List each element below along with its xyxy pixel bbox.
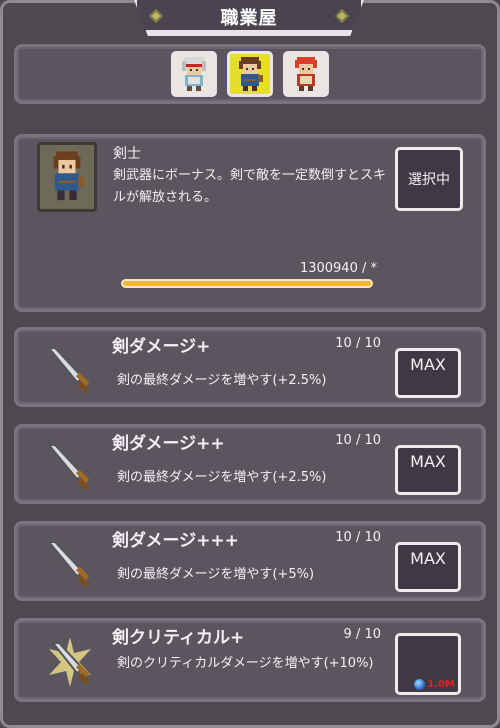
job-selector-bar bbox=[14, 44, 486, 104]
swordsman-portrait-icon bbox=[53, 151, 85, 201]
skill-name: 剣クリティカル+ bbox=[112, 628, 245, 648]
select-job-button[interactable]: 選択中 bbox=[395, 147, 463, 211]
title-tab: 職業屋 bbox=[134, 0, 364, 36]
upgrade-cost: 1.0M bbox=[414, 679, 455, 690]
skill-level: 10 / 10 bbox=[335, 433, 381, 448]
sword-icon bbox=[46, 444, 90, 491]
job-button-white-hair[interactable] bbox=[171, 51, 217, 97]
skill-level: 9 / 10 bbox=[343, 627, 381, 642]
diamond-ornament-left-icon bbox=[148, 8, 164, 24]
skill-description: 剣の最終ダメージを増やす(+2.5%) bbox=[117, 470, 327, 485]
red-hair-character-icon bbox=[295, 57, 317, 91]
skill-description: 剣のクリティカルダメージを増やす(+10%) bbox=[117, 656, 374, 671]
skill-upgrade-button[interactable]: MAX bbox=[395, 348, 461, 398]
job-button-swordsman[interactable] bbox=[227, 51, 273, 97]
job-info-panel: 剣士 剣武器にボーナス。剣で敵を一定数倒すとスキルが解放される。 選択中 130… bbox=[14, 134, 486, 312]
skill-upgrade-button[interactable]: MAX bbox=[395, 542, 461, 592]
swordsman-portrait bbox=[37, 142, 97, 212]
job-button-red-hair[interactable] bbox=[283, 51, 329, 97]
skill-row: 剣ダメージ++ 10 / 10 剣の最終ダメージを増やす(+2.5%) MAX bbox=[14, 424, 486, 504]
upgrade-cost-value: 1.0M bbox=[427, 679, 455, 690]
skill-row: 剣ダメージ+ 10 / 10 剣の最終ダメージを増やす(+2.5%) MAX bbox=[14, 327, 486, 407]
job-name: 剣士 bbox=[113, 146, 141, 162]
skill-level: 10 / 10 bbox=[335, 336, 381, 351]
white-hair-character-icon bbox=[182, 57, 206, 91]
skill-name: 剣ダメージ+++ bbox=[112, 531, 239, 551]
skill-row: 剣ダメージ+++ 10 / 10 剣の最終ダメージを増やす(+5%) MAX bbox=[14, 521, 486, 601]
skill-row: 剣クリティカル+ 9 / 10 剣のクリティカルダメージを増やす(+10%) 1… bbox=[14, 618, 486, 702]
skill-name: 剣ダメージ++ bbox=[112, 434, 225, 454]
critical-sword-icon bbox=[49, 637, 91, 687]
skill-upgrade-button[interactable]: 1.0M bbox=[395, 633, 461, 695]
diamond-ornament-right-icon bbox=[334, 8, 350, 24]
experience-text: 1300940 / * bbox=[299, 261, 377, 276]
experience-bar bbox=[121, 279, 373, 288]
skill-upgrade-button[interactable]: MAX bbox=[395, 445, 461, 495]
page-title: 職業屋 bbox=[220, 7, 278, 29]
sword-icon bbox=[46, 347, 90, 394]
job-description: 剣武器にボーナス。剣で敵を一定数倒すとスキルが解放される。 bbox=[113, 168, 387, 205]
skill-name: 剣ダメージ+ bbox=[112, 337, 211, 357]
brown-hair-character-icon bbox=[239, 57, 263, 91]
skill-level: 10 / 10 bbox=[335, 530, 381, 545]
skill-description: 剣の最終ダメージを増やす(+2.5%) bbox=[117, 373, 327, 388]
skill-description: 剣の最終ダメージを増やす(+5%) bbox=[117, 567, 315, 582]
gem-currency-icon bbox=[414, 679, 426, 690]
sword-icon bbox=[46, 541, 90, 588]
